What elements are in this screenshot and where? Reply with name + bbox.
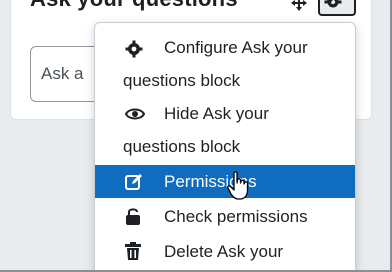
menu-item-label: Check permissions (164, 207, 308, 226)
block-title: Ask your questions (30, 0, 238, 12)
hand-cursor-icon (227, 171, 249, 200)
menu-item-label-line2: questions block (123, 137, 241, 156)
gear-icon (125, 40, 143, 58)
screenshot-frame: Ask your questions Ask a (0, 0, 392, 272)
menu-item-label-line2: questions block (123, 71, 241, 90)
unlock-icon (126, 208, 140, 225)
chevron-down-icon (327, 0, 333, 4)
move-icon[interactable] (290, 0, 308, 12)
menu-item-label: Delete Ask your (164, 242, 284, 261)
eye-icon (125, 108, 145, 120)
menu-item-delete[interactable]: Delete Ask your (95, 235, 355, 268)
edit-icon (125, 174, 142, 190)
menu-item-hide[interactable]: Hide Ask your questions block (95, 97, 355, 163)
menu-item-check-permissions[interactable]: Check permissions (95, 200, 355, 233)
menu-item-permissions[interactable]: Permissions (95, 165, 355, 198)
question-input-placeholder: Ask a (41, 64, 84, 83)
menu-item-label: Hide Ask your (164, 104, 269, 123)
menu-item-configure[interactable]: Configure Ask your questions block (95, 31, 355, 97)
trash-icon (125, 242, 141, 260)
block-actions-toggle[interactable] (318, 0, 356, 16)
block-actions-menu: Configure Ask your questions block Hide … (94, 22, 356, 270)
menu-item-label: Configure Ask your (164, 38, 308, 57)
